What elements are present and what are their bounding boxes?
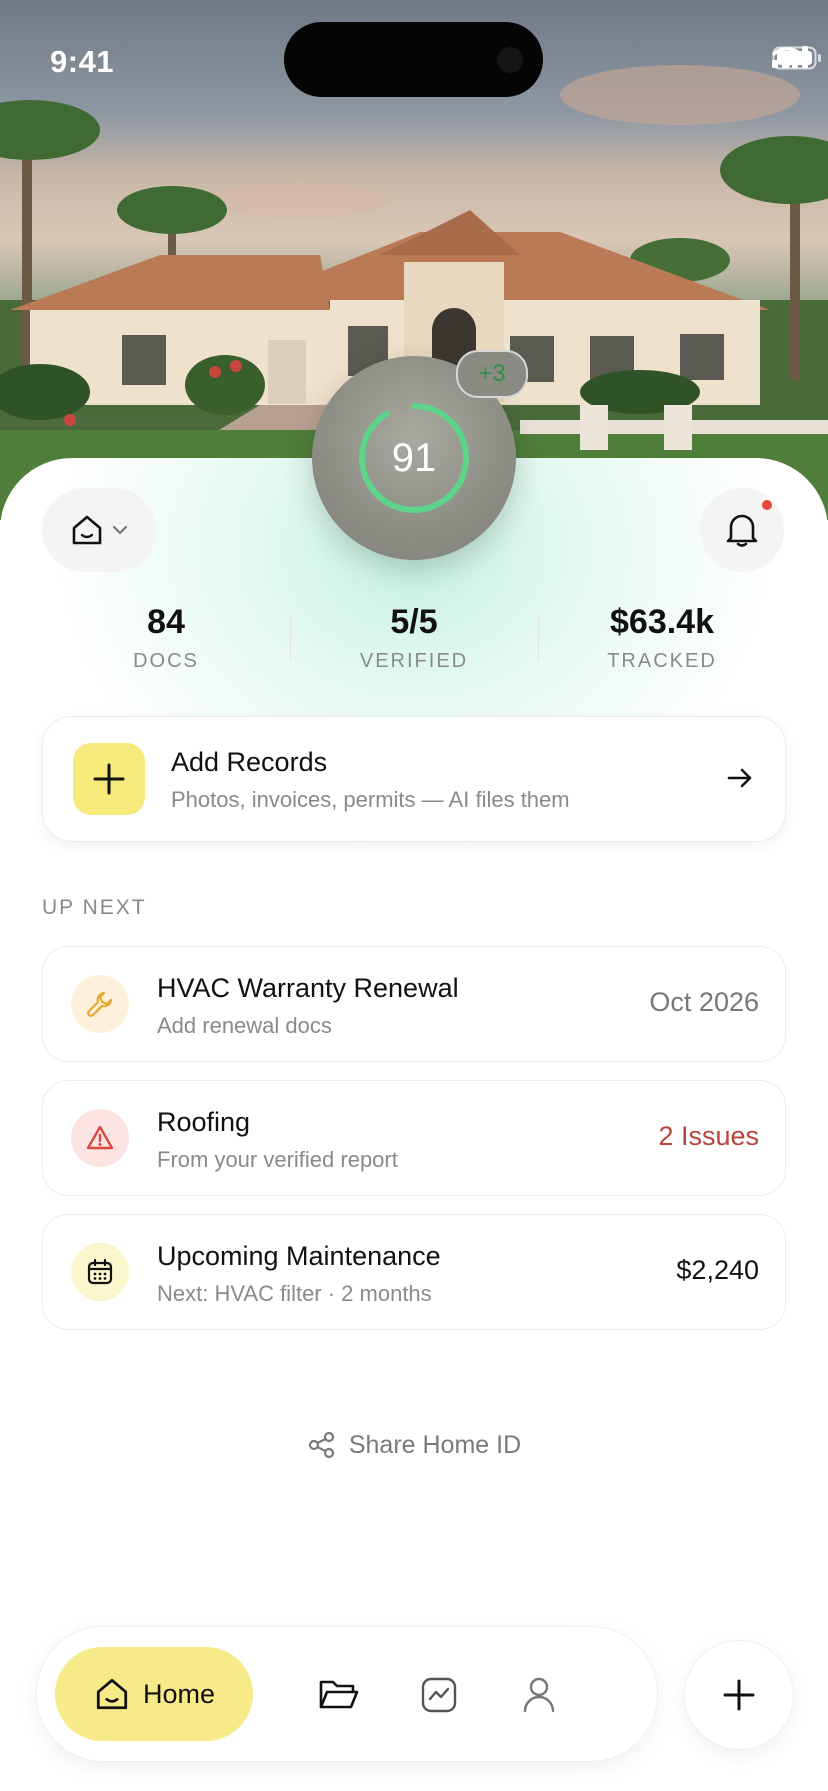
plus-icon (73, 743, 145, 815)
task-meta: 2 Issues (658, 1121, 759, 1151)
add-button[interactable] (684, 1640, 794, 1750)
dynamic-island (284, 22, 543, 97)
stat-verified[interactable]: 5/5 VERIFIED (290, 602, 538, 682)
task-hvac-warranty[interactable]: HVAC Warranty Renewal Add renewal docs O… (42, 946, 786, 1062)
home-smile-icon (96, 1678, 128, 1710)
task-meta: Oct 2026 (649, 987, 759, 1017)
task-subtitle: Add renewal docs (157, 1013, 332, 1038)
notification-dot (762, 500, 772, 510)
bottom-tab-bar: Home (36, 1626, 658, 1762)
add-records-subtitle: Photos, invoices, permits — AI files the… (171, 787, 570, 812)
stat-tracked[interactable]: $63.4k TRACKED (538, 602, 786, 682)
stat-label: TRACKED (607, 650, 717, 672)
tab-insights[interactable] (411, 1667, 467, 1723)
task-upcoming-maintenance[interactable]: Upcoming Maintenance Next: HVAC filter ·… (42, 1214, 786, 1330)
stats-row: 84 DOCS 5/5 VERIFIED $63.4k TRACKED (42, 602, 786, 682)
task-meta: $2,240 (676, 1255, 759, 1285)
stat-docs[interactable]: 84 DOCS (42, 602, 290, 682)
task-subtitle: Next: HVAC filter · 2 months (157, 1281, 432, 1306)
task-title: Upcoming Maintenance (157, 1241, 441, 1271)
calendar-icon (71, 1243, 129, 1301)
up-next-heading: UP NEXT (42, 896, 147, 919)
arrow-right-icon (727, 768, 752, 788)
tab-profile[interactable] (511, 1667, 567, 1723)
notifications-button[interactable] (700, 488, 784, 572)
chart-icon (421, 1677, 457, 1713)
stat-label: VERIFIED (359, 650, 469, 672)
task-subtitle: From your verified report (157, 1147, 398, 1172)
stat-value: $63.4k (610, 603, 714, 641)
add-records-card[interactable]: Add Records Photos, invoices, permits — … (42, 716, 786, 842)
task-title: Roofing (157, 1107, 251, 1137)
score-delta-badge: +3 (456, 350, 528, 398)
share-label: Share Home ID (348, 1430, 522, 1459)
tab-documents[interactable] (311, 1667, 367, 1723)
task-roofing[interactable]: Roofing From your verified report 2 Issu… (42, 1080, 786, 1196)
chevron-down-icon (112, 525, 128, 535)
warning-icon (71, 1109, 129, 1167)
stat-value: 84 (147, 603, 185, 641)
bell-icon (726, 514, 758, 547)
battery-icon (772, 46, 821, 70)
stat-value: 5/5 (390, 603, 438, 641)
tab-home[interactable]: Home (55, 1647, 253, 1741)
task-title: HVAC Warranty Renewal (157, 973, 459, 1003)
status-time: 9:41 (50, 44, 115, 79)
share-home-id-button[interactable]: Share Home ID (0, 1430, 828, 1460)
stat-label: DOCS (133, 650, 199, 672)
plus-icon (723, 1679, 755, 1711)
profile-icon (523, 1677, 555, 1713)
wrench-icon (71, 975, 129, 1033)
tab-home-label: Home (142, 1678, 216, 1709)
share-icon (308, 1431, 334, 1459)
add-records-title: Add Records (171, 747, 328, 777)
home-switcher-button[interactable] (42, 488, 156, 572)
home-smile-icon (72, 515, 102, 545)
folder-icon (319, 1680, 359, 1709)
